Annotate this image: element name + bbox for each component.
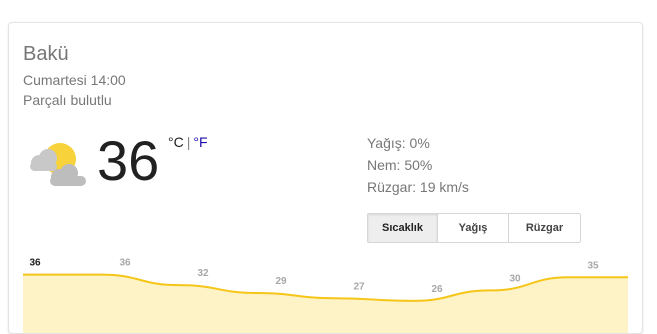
temperature-label: 36: [29, 258, 41, 269]
weather-condition: Parçalı bulutlu: [23, 92, 112, 108]
temperature-label: 26: [431, 284, 443, 295]
temperature-area-fill: [23, 274, 628, 333]
chart-tabs: Sıcaklık Yağış Rüzgar: [367, 213, 581, 243]
tab-temperature[interactable]: Sıcaklık: [368, 214, 438, 242]
temperature-label: 29: [275, 276, 287, 287]
tab-wind[interactable]: Rüzgar: [509, 214, 580, 242]
temperature-chart: 36 36 32 29 27 26 30 35: [9, 245, 642, 333]
temperature-label: 36: [119, 258, 131, 269]
unit-separator: |: [186, 134, 191, 150]
unit-switcher: °C | °F: [168, 133, 208, 151]
date-time: Cumartesi 14:00: [23, 72, 126, 88]
humidity-value: Nem: 50%: [367, 157, 433, 173]
city-name: Bakü: [23, 43, 69, 65]
wind-value: Rüzgar: 19 km/s: [367, 179, 469, 195]
temperature-label: 27: [353, 281, 365, 292]
partly-cloudy-icon: [24, 135, 88, 199]
temperature-label: 35: [587, 260, 599, 271]
celsius-unit[interactable]: °C: [168, 134, 184, 150]
temperature-label: 30: [509, 273, 521, 284]
fahrenheit-link[interactable]: °F: [193, 134, 207, 150]
precipitation-value: Yağış: 0%: [367, 135, 430, 151]
temperature-chart-svg: 36 36 32 29 27 26 30 35: [23, 258, 628, 333]
current-temperature: 36: [97, 129, 160, 192]
weather-details: Yağış: 0% Nem: 50% Rüzgar: 19 km/s: [367, 132, 469, 198]
temperature-label: 32: [197, 268, 209, 279]
tab-precipitation[interactable]: Yağış: [438, 214, 509, 242]
weather-card: Bakü Cumartesi 14:00 Parçalı bulutlu 36 …: [8, 22, 643, 334]
